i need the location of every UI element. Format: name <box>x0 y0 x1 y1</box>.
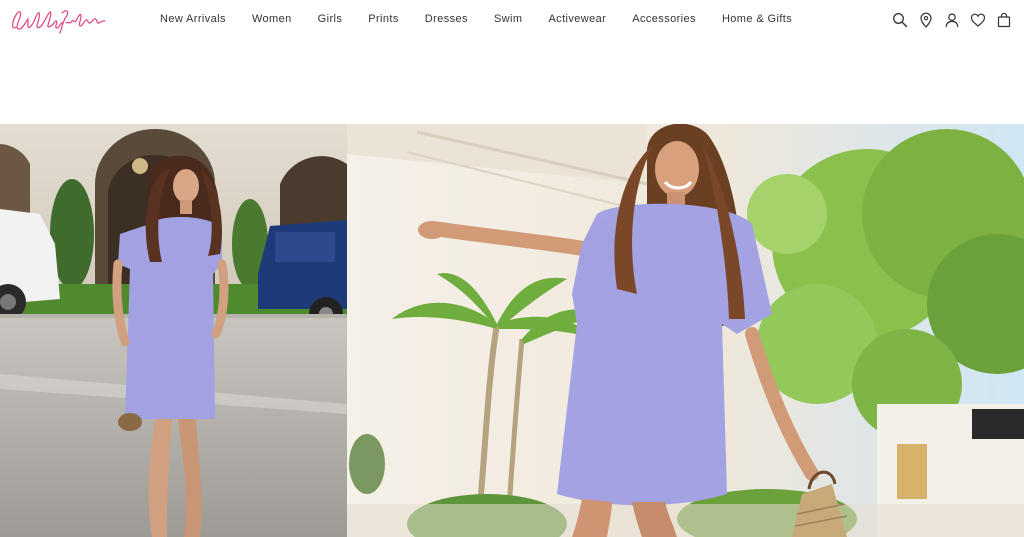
account-icon[interactable] <box>944 12 960 28</box>
main-nav: New Arrivals Women Girls Prints Dresses … <box>160 13 792 25</box>
hero-photo-sunny <box>347 124 1024 537</box>
nav-dresses[interactable]: Dresses <box>425 13 468 25</box>
nav-accessories[interactable]: Accessories <box>632 13 696 25</box>
location-pin-icon[interactable] <box>918 12 934 28</box>
nav-girls[interactable]: Girls <box>318 13 343 25</box>
wishlist-heart-icon[interactable] <box>970 12 986 28</box>
brand-logo-script <box>12 10 106 34</box>
site-header: New Arrivals Women Girls Prints Dresses … <box>0 0 1024 40</box>
hero-banner[interactable] <box>0 124 1024 537</box>
nav-new-arrivals[interactable]: New Arrivals <box>160 13 226 25</box>
nav-prints[interactable]: Prints <box>368 13 399 25</box>
nav-activewear[interactable]: Activewear <box>548 13 606 25</box>
nav-swim[interactable]: Swim <box>494 13 523 25</box>
header-utility-icons <box>882 12 1012 28</box>
hero-image-right[interactable] <box>347 124 1024 537</box>
brand-logo[interactable] <box>10 5 108 35</box>
nav-women[interactable]: Women <box>252 13 292 25</box>
hero-image-left[interactable] <box>0 124 347 537</box>
nav-home-gifts[interactable]: Home & Gifts <box>722 13 792 25</box>
search-icon[interactable] <box>892 12 908 28</box>
hero-photo-street <box>0 124 347 537</box>
shopping-bag-icon[interactable] <box>996 12 1012 28</box>
